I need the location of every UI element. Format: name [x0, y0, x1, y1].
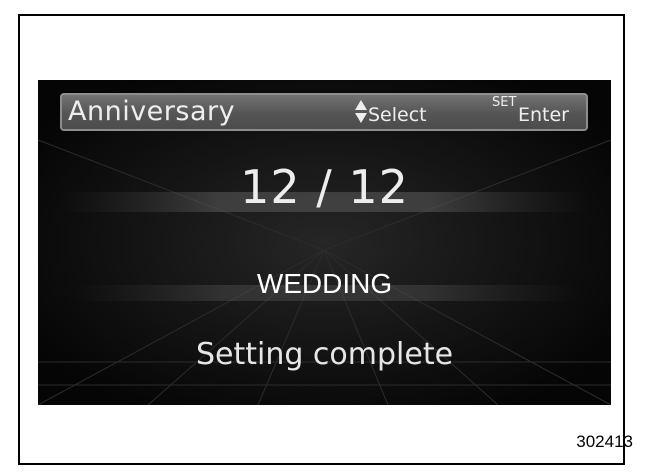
- status-message: Setting complete: [195, 337, 454, 372]
- anniversary-type: WEDDING: [256, 268, 393, 299]
- enter-hint: Enter: [518, 104, 569, 126]
- up-down-arrows-icon: [355, 100, 367, 123]
- screen-title: Anniversary: [68, 96, 236, 127]
- anniversary-date: 12 / 12: [240, 160, 409, 214]
- header-bar: Anniversary Select SET Enter: [60, 93, 588, 131]
- figure-number: 302413: [576, 432, 633, 451]
- set-key-label: SET: [492, 95, 517, 110]
- multi-function-display: Anniversary Select SET Enter 12 / 12 WED…: [38, 80, 611, 405]
- select-hint: Select: [368, 104, 427, 126]
